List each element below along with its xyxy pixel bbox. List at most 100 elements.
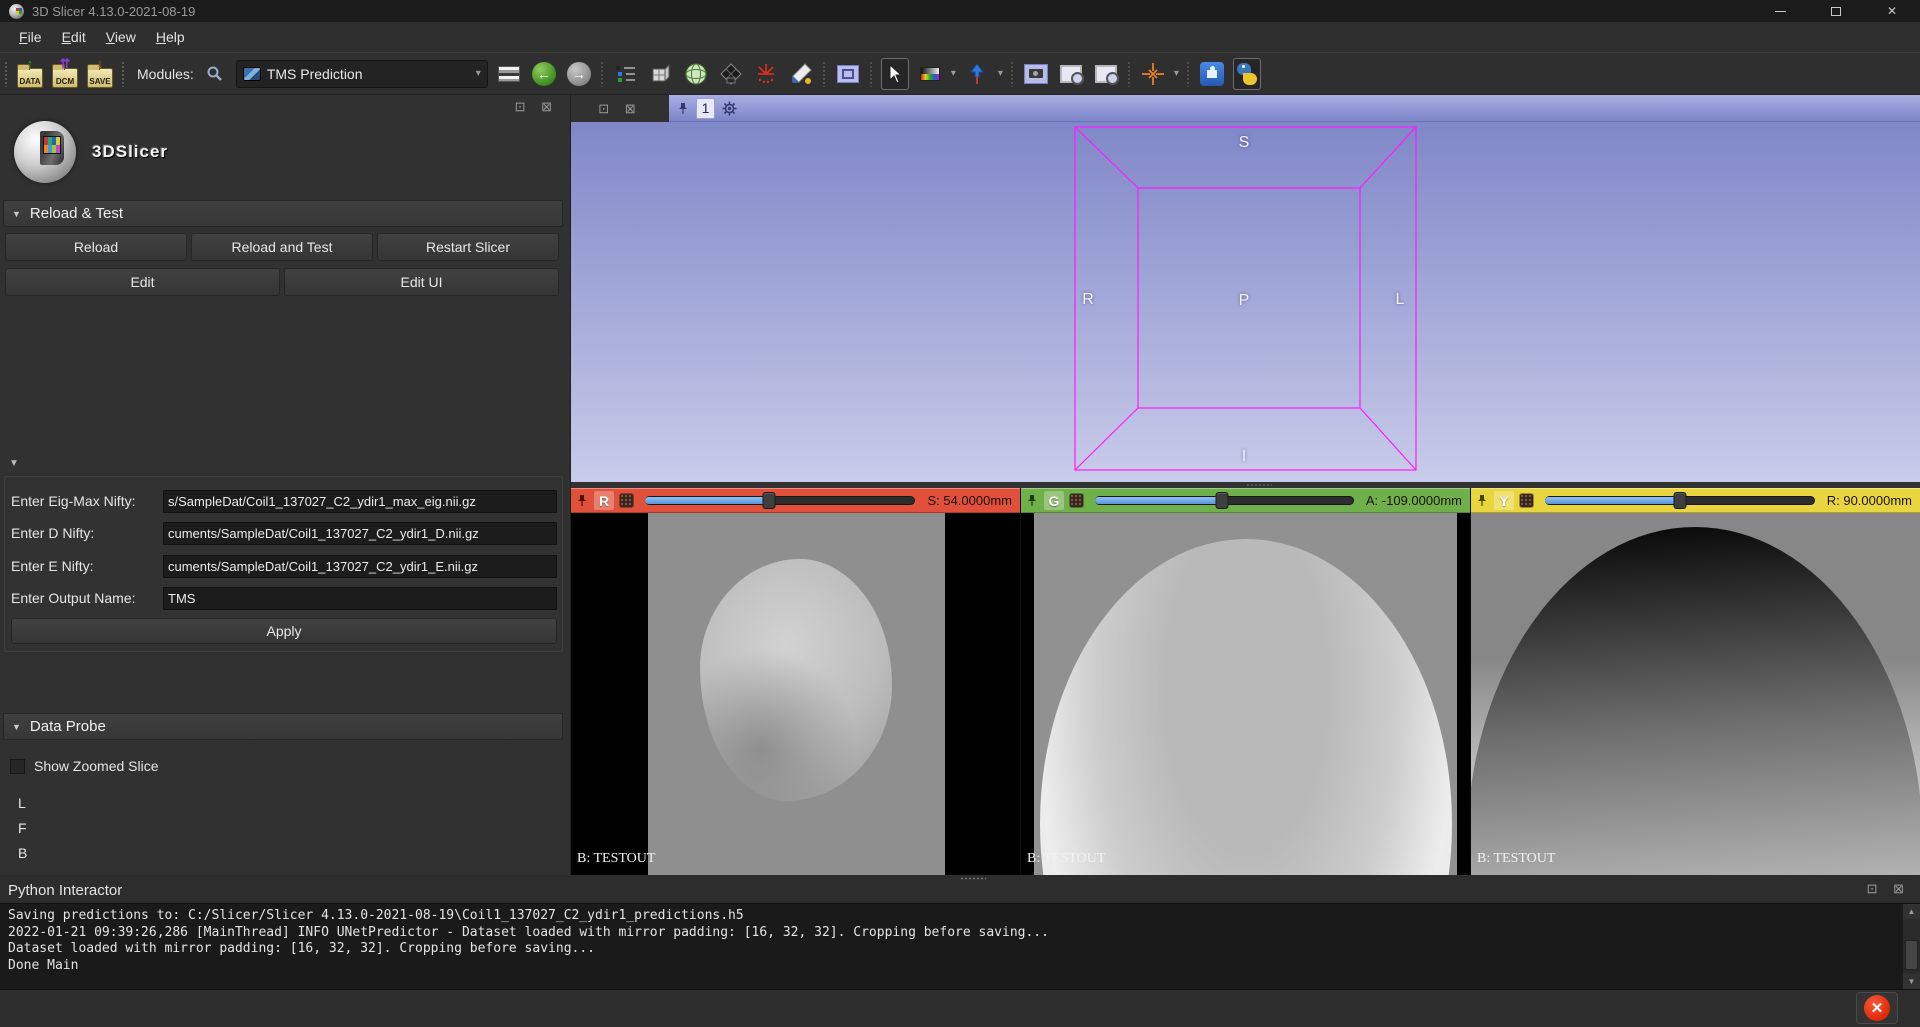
eig-max-nifty-input[interactable] (163, 490, 557, 513)
colors-button[interactable] (916, 58, 944, 90)
colors-dropdown-arrow[interactable]: ▾ (951, 68, 956, 79)
console-popup-close-icons[interactable]: ⊡ ⊠ (1867, 881, 1910, 897)
module-header: 3DSlicer (14, 121, 168, 183)
crosshair-button[interactable] (1139, 58, 1167, 90)
console-output[interactable]: Saving predictions to: C:/Slicer/Slicer … (0, 903, 1920, 990)
collapse-arrow-icon[interactable]: ▼ (9, 458, 19, 469)
pushpin-icon[interactable] (677, 102, 689, 115)
module-history-forward-button[interactable]: → (565, 58, 593, 90)
up-arrow-icon: ↑ (27, 57, 34, 70)
section-title: Data Probe (30, 718, 106, 735)
orientation-label-inferior: I (1242, 448, 1246, 466)
module-selector-value: TMS Prediction (267, 66, 470, 82)
place-markup-dropdown-arrow[interactable]: ▾ (998, 68, 1003, 79)
editor-pencil-button[interactable] (787, 58, 815, 90)
slice-background-label: B: TESTOUT (577, 851, 655, 867)
layout-icon (837, 65, 859, 83)
screen-capture-icon (1095, 65, 1117, 83)
maximize-button[interactable] (1808, 0, 1864, 22)
yellow-slice-image[interactable]: B: TESTOUT (1471, 513, 1920, 875)
down-arrow-icon: ↓ (97, 57, 104, 70)
stop-interaction-button[interactable]: ✕ (1856, 992, 1898, 1024)
minimize-button[interactable] (1752, 0, 1808, 22)
mouse-interaction-button[interactable] (881, 58, 909, 90)
screenshot-button[interactable] (1022, 58, 1050, 90)
green-slice-image[interactable]: B: TESTOUT (1021, 513, 1470, 875)
module-form: Enter Eig-Max Nifty: Enter D Nifty: Ente… (4, 476, 563, 652)
slider-handle[interactable] (763, 492, 776, 509)
e-nifty-input[interactable] (163, 555, 557, 578)
module-selector-dropdown[interactable]: TMS Prediction ▾ (236, 60, 488, 88)
restart-slicer-button[interactable]: Restart Slicer (377, 233, 559, 261)
scroll-up-icon[interactable]: ▲ (1903, 904, 1920, 919)
show-zoomed-slice-checkbox[interactable] (10, 759, 25, 774)
menu-file[interactable]: File (10, 25, 51, 49)
edit-button[interactable]: Edit (5, 268, 280, 296)
orientation-box (571, 95, 1920, 482)
green-slice-offset-slider[interactable] (1095, 496, 1354, 505)
slider-handle[interactable] (1215, 492, 1228, 509)
yellow-slice-offset-slider[interactable] (1545, 496, 1815, 505)
console-scrollbar[interactable]: ▲ ▼ (1902, 904, 1920, 989)
slice-composite-icon[interactable] (620, 494, 633, 507)
subject-hierarchy-button[interactable] (612, 58, 640, 90)
threed-view-corner-icons[interactable]: ⊡ ⊠ (571, 95, 669, 122)
save-button[interactable]: ↓ SAVE (86, 58, 114, 90)
menu-edit[interactable]: Edit (53, 25, 95, 49)
place-markup-button[interactable] (963, 58, 991, 90)
scroll-down-icon[interactable]: ▼ (1903, 974, 1920, 989)
edit-ui-button[interactable]: Edit UI (284, 268, 559, 296)
load-data-button[interactable]: ↑ DATA (16, 58, 44, 90)
menu-help[interactable]: Help (147, 25, 194, 49)
toolbar-drag-handle[interactable] (121, 61, 126, 87)
orientation-label-posterior: P (1239, 292, 1250, 310)
output-name-input[interactable] (163, 587, 557, 610)
slice-composite-icon[interactable] (1070, 494, 1083, 507)
pushpin-icon[interactable] (1026, 494, 1038, 507)
toolbar-drag-handle[interactable] (4, 61, 9, 87)
dicom-button[interactable]: ⇈ DCM (51, 58, 79, 90)
back-arrow-icon: ← (532, 62, 556, 86)
reload-button[interactable]: Reload (5, 233, 187, 261)
red-slice-offset-slider[interactable] (645, 496, 915, 505)
scene-view-restore-button[interactable] (1092, 58, 1120, 90)
layout-selector-button[interactable] (834, 58, 862, 90)
fiducial-pin-icon (969, 63, 985, 85)
module-history-back-button[interactable]: ← (530, 58, 558, 90)
slider-handle[interactable] (1673, 492, 1686, 509)
window-title: 3D Slicer 4.13.0-2021-08-19 (32, 4, 195, 19)
red-slice-image[interactable]: B: TESTOUT (571, 513, 1020, 875)
data-probe-section-header[interactable]: ▼ Data Probe (3, 713, 563, 740)
console-splitter-handle[interactable] (960, 877, 986, 880)
scene-view-capture-button[interactable] (1057, 58, 1085, 90)
markups-burst-button[interactable] (752, 58, 780, 90)
module-panel-button[interactable] (495, 58, 523, 90)
segmentation-button[interactable] (717, 58, 745, 90)
pushpin-icon[interactable] (1476, 494, 1488, 507)
pushpin-icon[interactable] (576, 494, 588, 507)
dicom-label: DCM (53, 77, 77, 86)
menu-view[interactable]: View (97, 25, 145, 49)
reload-and-test-button[interactable]: Reload and Test (191, 233, 373, 261)
volume-rendering-button[interactable] (682, 58, 710, 90)
slice-image-field (1034, 513, 1457, 875)
anatomy-dome (1471, 527, 1920, 875)
apply-button[interactable]: Apply (11, 618, 557, 644)
d-nifty-input[interactable] (163, 522, 557, 545)
extensions-manager-button[interactable] (1198, 58, 1226, 90)
module-search-button[interactable] (201, 58, 229, 90)
crosshair-dropdown-arrow[interactable]: ▾ (1174, 68, 1179, 79)
panel-popup-close-icons[interactable]: ⊡ ⊠ (515, 99, 558, 115)
slice-offset-value: A: -109.0000mm (1366, 493, 1462, 508)
gear-icon[interactable] (722, 101, 737, 116)
data-cube-button[interactable] (647, 58, 675, 90)
reload-test-section-header[interactable]: ▼ Reload & Test (3, 200, 563, 227)
slice-composite-icon[interactable] (1520, 494, 1533, 507)
python-console-button[interactable] (1233, 58, 1261, 90)
close-button[interactable]: ✕ (1864, 0, 1920, 22)
chevron-down-icon: ▾ (476, 68, 481, 79)
threed-view[interactable]: S R P L I ⊡ ⊠ 1 (571, 95, 1920, 482)
scrollbar-thumb[interactable] (1905, 940, 1918, 970)
red-burst-icon (754, 62, 778, 86)
show-zoomed-slice-row: Show Zoomed Slice (10, 758, 159, 774)
